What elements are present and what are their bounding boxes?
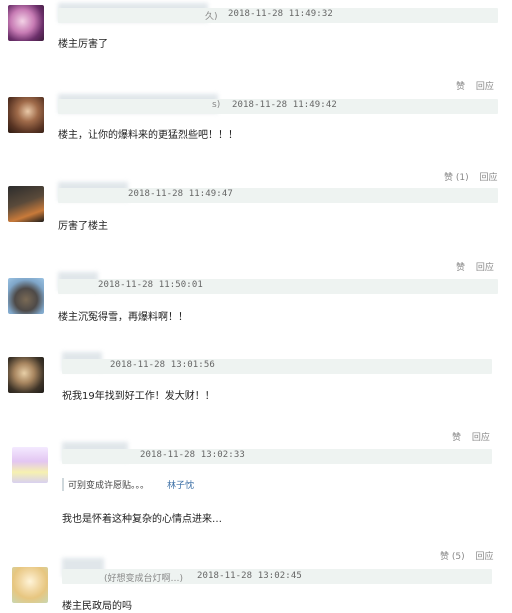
comment-text: 楼主，让你的爆料来的更猛烈些吧！！！ <box>58 130 238 141</box>
quote-author-link[interactable]: 林子忱 <box>167 481 194 491</box>
comment-item: 久) 2018-11-28 11:49:32 楼主厉害了 赞 回应 <box>0 0 512 92</box>
comment-item: s) 2018-11-28 11:49:42 楼主，让你的爆料来的更猛烈些吧！！… <box>0 90 512 183</box>
comment-text: 祝我19年找到好工作！发大财！！ <box>62 391 215 402</box>
avatar[interactable] <box>8 186 44 222</box>
avatar[interactable] <box>8 5 44 41</box>
avatar[interactable] <box>12 447 48 483</box>
avatar[interactable] <box>8 97 44 133</box>
comment-text: 楼主厉害了 <box>58 39 108 50</box>
timestamp: 2018-11-28 13:02:45 <box>197 571 302 581</box>
username-suffix: (好想变成台灯啊…) <box>104 574 184 584</box>
comment-text: 楼主沉冤得雪，再爆料啊！！ <box>58 312 188 323</box>
timestamp: 2018-11-28 11:50:01 <box>98 280 203 290</box>
username-suffix: s) <box>212 100 221 110</box>
comment-text: 厉害了楼主 <box>58 221 108 232</box>
comment-meta-bar <box>58 188 498 203</box>
timestamp: 2018-11-28 13:01:56 <box>110 360 215 370</box>
timestamp: 2018-11-28 11:49:42 <box>232 100 337 110</box>
avatar[interactable] <box>8 278 44 314</box>
avatar[interactable] <box>12 567 48 603</box>
avatar[interactable] <box>8 357 44 393</box>
timestamp: 2018-11-28 11:49:47 <box>128 189 233 199</box>
comment-item: 2018-11-28 13:01:56 祝我19年找到好工作！发大财！！ 赞 回… <box>0 350 512 443</box>
timestamp: 2018-11-28 13:02:33 <box>140 450 245 460</box>
quote-text: 可别变成许愿贴。。。 <box>68 481 150 491</box>
comment-item: 2018-11-28 11:49:47 厉害了楼主 赞 回应 <box>0 180 512 273</box>
comment-text: 楼主民政局的吗 <box>62 601 132 612</box>
quoted-comment: 可别变成许愿贴。。。 林子忱 <box>62 478 194 491</box>
comment-text: 我也是怀着这种复杂的心情点进来… <box>62 514 222 525</box>
comment-meta-bar <box>62 449 492 464</box>
comment-item: (好想变成台灯啊…) 2018-11-28 13:02:45 楼主民政局的吗 <box>0 558 512 613</box>
comment-item: 2018-11-28 11:50:01 楼主沉冤得雪，再爆料啊！！ <box>0 270 512 340</box>
timestamp: 2018-11-28 11:49:32 <box>228 9 333 19</box>
username-suffix: 久) <box>205 12 218 22</box>
comment-item: 2018-11-28 13:02:33 可别变成许愿贴。。。 林子忱 我也是怀着这… <box>0 440 512 562</box>
